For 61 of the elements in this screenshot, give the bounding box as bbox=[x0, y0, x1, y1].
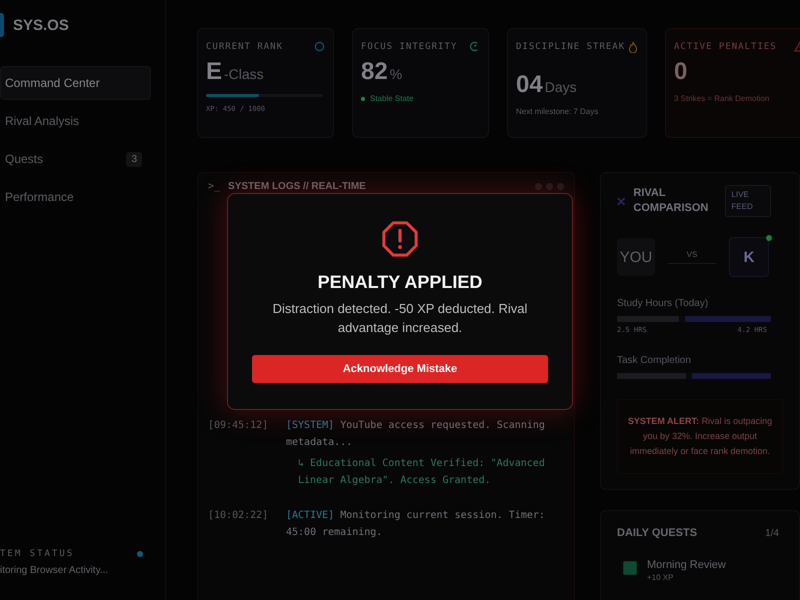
cross-icon bbox=[617, 196, 626, 206]
quest-count: 1/4 bbox=[765, 528, 779, 538]
metric-label: Study Hours (Today) bbox=[617, 298, 708, 309]
card-label: CURRENT RANK bbox=[206, 42, 284, 52]
log-message: [ACTIVE] Monitoring current session. Timer: 45:00 remaining. bbox=[286, 509, 546, 540]
nav-label: Quests bbox=[5, 152, 44, 166]
stat-value: E bbox=[206, 58, 222, 86]
stat-unit: -Class bbox=[224, 66, 264, 82]
panel-title: DAILY QUESTS bbox=[617, 527, 698, 539]
panel-title: SYSTEM LOGS // REAL-TIME bbox=[228, 181, 366, 192]
acknowledge-button[interactable]: Acknowledge Mistake bbox=[252, 355, 548, 383]
card-label: FOCUS INTEGRITY bbox=[361, 42, 458, 52]
window-dot bbox=[557, 183, 564, 190]
card-note: Stable State bbox=[370, 94, 414, 103]
status-dot bbox=[137, 551, 143, 557]
warning-icon bbox=[381, 220, 419, 258]
nav-label: Rival Analysis bbox=[5, 114, 80, 128]
card-note: Next milestone: 7 Days bbox=[516, 107, 598, 116]
vs-label: VS bbox=[668, 250, 716, 264]
nav-label: Performance bbox=[5, 190, 74, 204]
status-dot bbox=[361, 96, 365, 100]
dialog-title: PENALTY APPLIED bbox=[318, 272, 482, 293]
live-badge: LIVE FEED bbox=[725, 185, 771, 217]
stat-value: 04 bbox=[516, 71, 543, 99]
flame-icon bbox=[628, 41, 638, 53]
alert-message: SYSTEM ALERT: Rival is outpacing you by 32%. Increase output immediately or face rank demotion. bbox=[617, 399, 783, 474]
user-avatar: YOU bbox=[617, 238, 655, 276]
nav-item[interactable]: Quests 3 bbox=[0, 142, 151, 176]
count-badge: 3 bbox=[126, 152, 142, 166]
quest-label: Morning Review bbox=[647, 559, 726, 571]
prompt-label: >_ bbox=[208, 181, 220, 192]
panel-title: RIVAL COMPARISON bbox=[633, 186, 710, 216]
log-note: ↳ Educational Content Verified: "Advanced Linear Algebra". Access Granted. bbox=[297, 457, 546, 488]
logo-mark bbox=[0, 13, 4, 37]
nav-item[interactable]: Performance bbox=[0, 180, 151, 214]
log-time: [10:02:22] bbox=[208, 509, 270, 523]
stat-unit: Days bbox=[544, 79, 577, 95]
status-text: itoring Browser Activity... bbox=[0, 565, 110, 576]
stat-value: 82 bbox=[361, 58, 388, 86]
stat-value: 0 bbox=[674, 58, 688, 86]
dialog-message: Distraction detected. -50 XP deducted. Rival advantage increased. bbox=[272, 300, 528, 337]
online-dot bbox=[766, 235, 772, 241]
card-label: DISCIPLINE STREAK bbox=[516, 42, 626, 52]
window-dot bbox=[546, 183, 553, 190]
circle-icon bbox=[314, 41, 325, 52]
card-label: ACTIVE PENALTIES bbox=[674, 42, 777, 52]
card-note: 3 Strikes = Rank Demotion bbox=[674, 94, 770, 103]
gauge-icon bbox=[469, 41, 480, 52]
checkbox[interactable] bbox=[623, 561, 637, 575]
stat-unit: % bbox=[390, 66, 402, 82]
nav-item[interactable]: Rival Analysis bbox=[0, 104, 151, 138]
nav-item[interactable]: Command Center bbox=[0, 66, 151, 100]
log-message: [SYSTEM] YouTube access requested. Scanning metadata... bbox=[286, 419, 546, 450]
nav-label: Command Center bbox=[5, 76, 100, 90]
status-label: TEM STATUS bbox=[0, 549, 74, 559]
log-time: [09:45:12] bbox=[208, 419, 270, 433]
metric-label: Task Completion bbox=[617, 355, 691, 366]
app-logo: SYS.OS bbox=[13, 16, 69, 34]
rival-avatar: K bbox=[729, 237, 769, 277]
quest-reward: +10 XP bbox=[647, 573, 674, 582]
window-dot bbox=[535, 183, 542, 190]
